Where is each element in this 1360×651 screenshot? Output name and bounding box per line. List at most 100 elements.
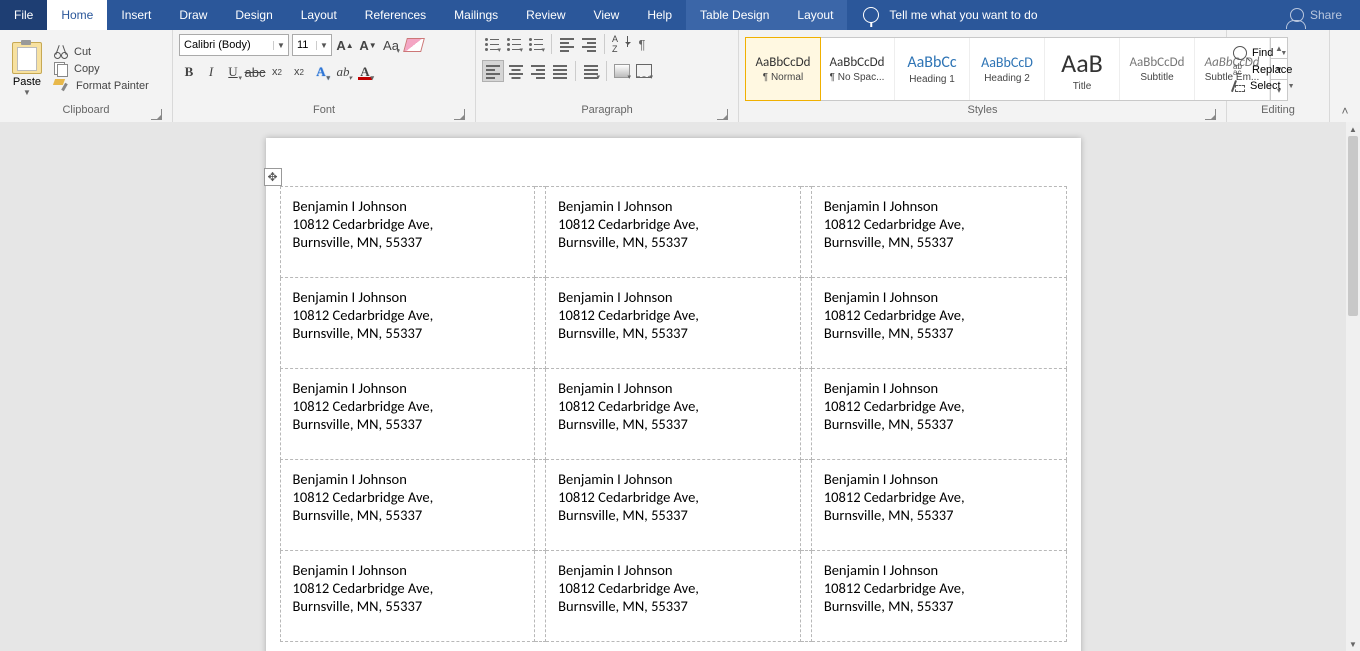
style-heading-1[interactable]: AaBbCcHeading 1	[895, 38, 970, 100]
tab-layout-table[interactable]: Layout	[783, 0, 847, 30]
decrease-indent-button[interactable]	[557, 34, 577, 54]
clear-formatting-button[interactable]	[404, 35, 424, 55]
collapse-ribbon-button[interactable]: ˄	[1330, 30, 1360, 122]
chevron-down-icon[interactable]: ▼	[273, 41, 288, 50]
scroll-thumb[interactable]	[1348, 136, 1358, 316]
tab-review[interactable]: Review	[512, 0, 579, 30]
label-cell[interactable]: Benjamin I Johnson10812 Cedarbridge Ave,…	[811, 187, 1066, 278]
sort-button[interactable]	[610, 34, 630, 54]
label-cell[interactable]: Benjamin I Johnson10812 Cedarbridge Ave,…	[546, 369, 801, 460]
chevron-down-icon[interactable]: ▼	[316, 41, 331, 50]
tab-layout[interactable]: Layout	[287, 0, 351, 30]
label-cell[interactable]: Benjamin I Johnson10812 Cedarbridge Ave,…	[546, 551, 801, 642]
line-spacing-button[interactable]	[581, 61, 601, 81]
label-cell[interactable]: Benjamin I Johnson10812 Cedarbridge Ave,…	[546, 460, 801, 551]
label-cell[interactable]: Benjamin I Johnson10812 Cedarbridge Ave,…	[811, 369, 1066, 460]
underline-button[interactable]: U	[223, 62, 243, 82]
tab-insert[interactable]: Insert	[107, 0, 165, 30]
dialog-launcher-icon[interactable]	[717, 109, 728, 120]
show-marks-button[interactable]: ¶	[632, 34, 652, 54]
align-right-button[interactable]	[528, 61, 548, 81]
shrink-font-button[interactable]: A▼	[358, 35, 378, 55]
grow-font-button[interactable]: A▲	[335, 35, 355, 55]
label-cell[interactable]: Benjamin I Johnson10812 Cedarbridge Ave,…	[811, 278, 1066, 369]
table-move-handle[interactable]: ✥	[264, 168, 282, 186]
label-gap	[800, 460, 811, 551]
borders-button[interactable]	[634, 61, 654, 81]
multilevel-list-button[interactable]	[526, 34, 546, 54]
tab-mailings[interactable]: Mailings	[440, 0, 512, 30]
style-title[interactable]: AaBTitle	[1045, 38, 1120, 100]
font-color-button[interactable]: A	[355, 62, 375, 82]
page: ✥ Benjamin I Johnson10812 Cedarbridge Av…	[266, 138, 1081, 651]
vertical-scrollbar[interactable]: ▲ ▼	[1346, 122, 1360, 651]
italic-button[interactable]: I	[201, 62, 221, 82]
dialog-launcher-icon[interactable]	[1205, 109, 1216, 120]
tab-design[interactable]: Design	[221, 0, 286, 30]
chevron-down-icon[interactable]: ▼	[1280, 50, 1287, 57]
label-cell[interactable]: Benjamin I Johnson10812 Cedarbridge Ave,…	[811, 551, 1066, 642]
replace-button[interactable]: Replace	[1233, 64, 1295, 76]
numbering-button[interactable]	[504, 34, 524, 54]
style--normal[interactable]: AaBbCcDd¶ Normal	[745, 37, 821, 101]
shading-button[interactable]	[612, 61, 632, 81]
document-canvas[interactable]: ✥ Benjamin I Johnson10812 Cedarbridge Av…	[0, 122, 1346, 651]
labels-table[interactable]: Benjamin I Johnson10812 Cedarbridge Ave,…	[280, 186, 1067, 642]
bold-button[interactable]: B	[179, 62, 199, 82]
change-case-button[interactable]: Aa	[381, 35, 401, 55]
align-left-button[interactable]	[482, 60, 504, 82]
chevron-down-icon[interactable]: ▼	[1288, 83, 1295, 90]
label-cell[interactable]: Benjamin I Johnson10812 Cedarbridge Ave,…	[280, 278, 535, 369]
style-heading-2[interactable]: AaBbCcDHeading 2	[970, 38, 1045, 100]
font-name-combo[interactable]: Calibri (Body)▼	[179, 34, 289, 56]
label-cell[interactable]: Benjamin I Johnson10812 Cedarbridge Ave,…	[280, 187, 535, 278]
label-gap	[535, 460, 546, 551]
scroll-up-button[interactable]: ▲	[1346, 122, 1360, 136]
tab-draw[interactable]: Draw	[165, 0, 221, 30]
style--no-spac-[interactable]: AaBbCcDd¶ No Spac...	[820, 38, 895, 100]
cut-button[interactable]: Cut	[54, 45, 149, 59]
font-size-combo[interactable]: 11▼	[292, 34, 332, 56]
tab-table-design[interactable]: Table Design	[686, 0, 783, 30]
tab-help[interactable]: Help	[633, 0, 686, 30]
superscript-button[interactable]: x2	[289, 62, 309, 82]
label-cell[interactable]: Benjamin I Johnson10812 Cedarbridge Ave,…	[280, 369, 535, 460]
find-button[interactable]: Find▼	[1233, 46, 1295, 60]
dialog-launcher-icon[interactable]	[454, 109, 465, 120]
label-cell[interactable]: Benjamin I Johnson10812 Cedarbridge Ave,…	[546, 187, 801, 278]
highlight-button[interactable]: ab	[333, 62, 353, 82]
strikethrough-button[interactable]: abc	[245, 62, 265, 82]
dialog-launcher-icon[interactable]	[151, 109, 162, 120]
label-cell[interactable]: Benjamin I Johnson10812 Cedarbridge Ave,…	[546, 278, 801, 369]
bullets-button[interactable]	[482, 34, 502, 54]
tab-view[interactable]: View	[580, 0, 634, 30]
label-cell[interactable]: Benjamin I Johnson10812 Cedarbridge Ave,…	[811, 460, 1066, 551]
text-effects-button[interactable]: A	[311, 62, 331, 82]
copy-button[interactable]: Copy	[54, 62, 149, 76]
search-icon	[1233, 46, 1247, 60]
paste-button[interactable]: Paste ▼	[6, 42, 48, 97]
style-subtitle[interactable]: AaBbCcDdSubtitle	[1120, 38, 1195, 100]
tab-references[interactable]: References	[351, 0, 440, 30]
label-cell[interactable]: Benjamin I Johnson10812 Cedarbridge Ave,…	[280, 551, 535, 642]
justify-button[interactable]	[550, 61, 570, 81]
indent-icon	[580, 37, 598, 51]
address-street: 10812 Cedarbridge Ave,	[558, 397, 788, 415]
label-cell[interactable]: Benjamin I Johnson10812 Cedarbridge Ave,…	[280, 460, 535, 551]
select-button[interactable]: Select▼	[1233, 80, 1295, 92]
increase-indent-button[interactable]	[579, 34, 599, 54]
format-painter-button[interactable]: Format Painter	[54, 79, 149, 93]
tab-file[interactable]: File	[0, 0, 47, 30]
tab-home[interactable]: Home	[47, 0, 107, 30]
style-preview: AaB	[1061, 47, 1103, 79]
address-street: 10812 Cedarbridge Ave,	[558, 579, 788, 597]
subscript-button[interactable]: x2	[267, 62, 287, 82]
label-gap	[800, 187, 811, 278]
address-street: 10812 Cedarbridge Ave,	[293, 397, 523, 415]
tell-me-search[interactable]: Tell me what you want to do	[847, 0, 1272, 30]
align-center-button[interactable]	[506, 61, 526, 81]
chevron-down-icon[interactable]: ▼	[6, 88, 48, 97]
share-button[interactable]: Share	[1272, 0, 1360, 30]
scroll-track[interactable]	[1346, 136, 1360, 637]
scroll-down-button[interactable]: ▼	[1346, 637, 1360, 651]
